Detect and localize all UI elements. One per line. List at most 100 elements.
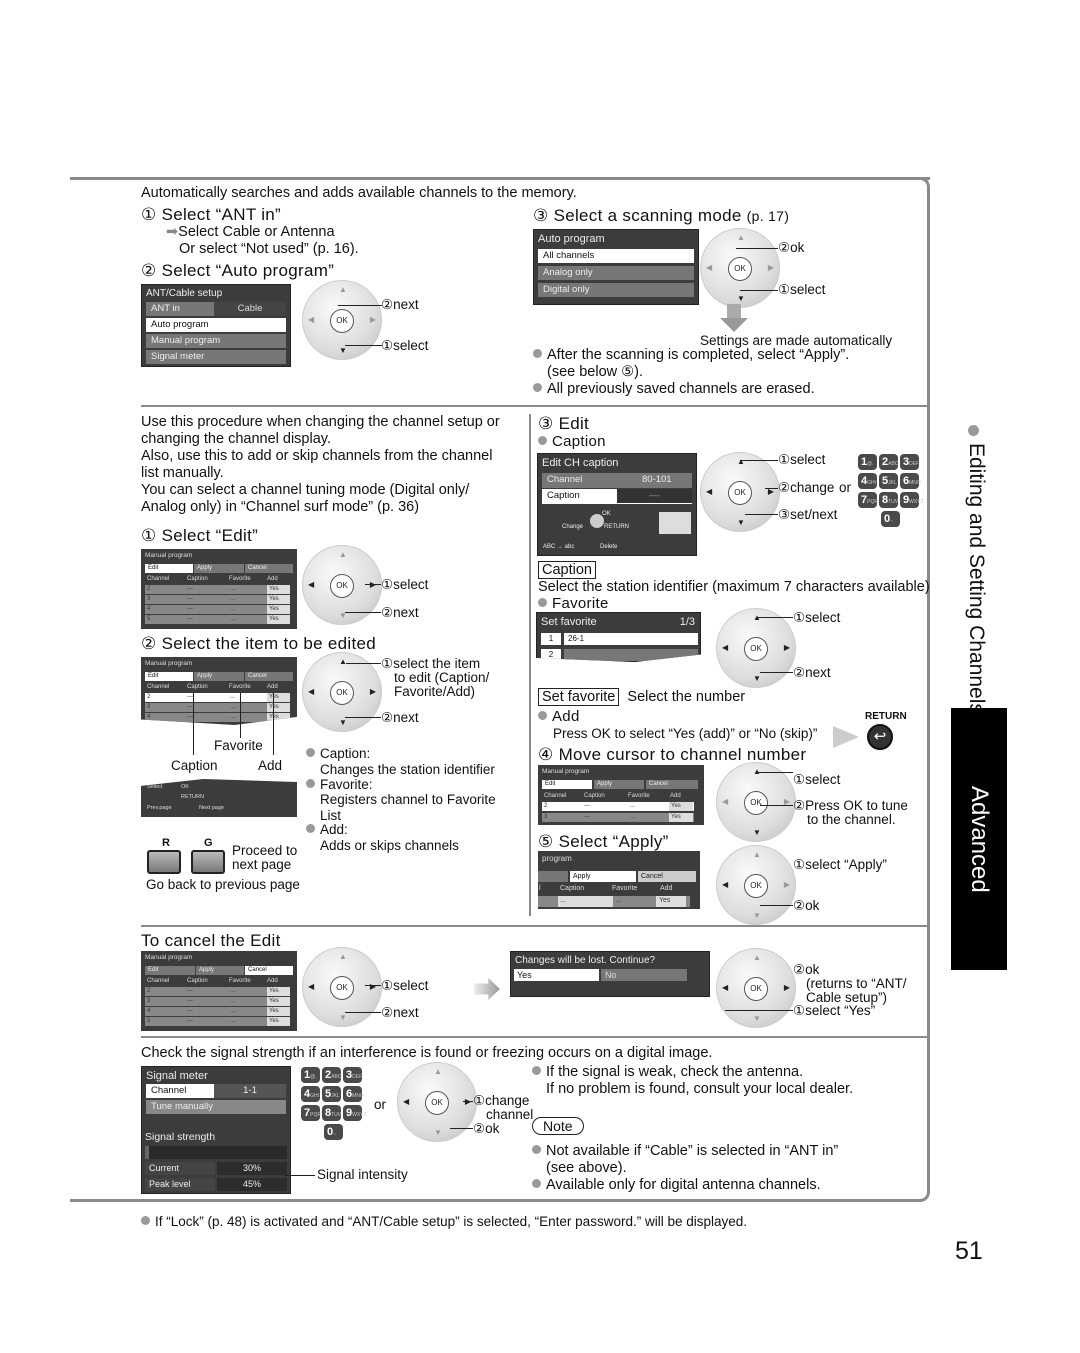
tab-apply[interactable]: Apply xyxy=(594,780,644,789)
remote-dpad: ▲ ◀ ▶ ▼ OK xyxy=(302,545,382,625)
tab-cancel[interactable]: Cancel xyxy=(245,564,293,573)
table-row[interactable]: 2---...Yes xyxy=(145,987,290,996)
key-4-icon: 4GHI xyxy=(301,1086,320,1102)
tune-manually-row[interactable]: Tune manually xyxy=(146,1100,286,1114)
tab-apply[interactable]: Apply xyxy=(194,672,244,681)
number-keypad: 1@. 2ABC 3DEF 4GHI 5JKL 6MNO 7PQRS8TUV 9WXYZ 0-. xyxy=(857,452,927,528)
table-row[interactable]: 5 ---... Yes xyxy=(145,615,290,624)
table-row[interactable]: 4---...Yes xyxy=(145,1007,290,1016)
table-row[interactable]: ...... Yes xyxy=(538,896,690,907)
left-arrow-icon: ◀ xyxy=(308,315,315,324)
signal-strength-label: Signal strength xyxy=(145,1131,216,1143)
side-section-label: Editing and Setting Channels xyxy=(965,443,988,714)
manual-step5-title: ⑤ Select “Apply” xyxy=(538,832,669,851)
tab-edit[interactable]: Edit xyxy=(145,966,195,975)
col-favorite: Favorite xyxy=(628,793,650,799)
tab-apply[interactable]: Apply xyxy=(196,966,244,975)
menu-row-auto-program[interactable]: Auto program xyxy=(146,318,286,332)
dialog-yes-button[interactable]: Yes xyxy=(514,969,599,981)
table-row[interactable]: 3---...Yes xyxy=(145,595,290,604)
step4-select: ①select xyxy=(793,772,841,787)
key-8-icon: 8TUV xyxy=(879,492,898,508)
favorite-row[interactable]: 26-1 xyxy=(564,633,698,645)
up-arrow-icon: ▲ xyxy=(339,285,347,294)
cancel-edit-title: To cancel the Edit xyxy=(141,931,281,950)
tab-apply[interactable]: Apply xyxy=(194,564,244,573)
scan-option-digital[interactable]: Digital only xyxy=(538,283,694,297)
tab-cancel[interactable]: Cancel xyxy=(638,871,696,882)
up-arrow-icon: ▲ xyxy=(753,850,761,859)
tab-cancel[interactable]: Cancel xyxy=(245,672,293,681)
key-0-icon: 0-. xyxy=(324,1124,343,1140)
left-arrow-icon: ◀ xyxy=(403,1097,410,1106)
screen-title: Manual program xyxy=(145,954,193,961)
table-row[interactable]: 2---...Yes xyxy=(145,585,290,594)
auto-program-screen: Auto program All channels Analog only Di… xyxy=(533,229,699,305)
right-arrow-icon: ▶ xyxy=(783,880,790,889)
tab-apply[interactable]: Apply xyxy=(570,871,636,882)
menu-row-signal-meter[interactable]: Signal meter xyxy=(146,350,286,364)
red-button[interactable] xyxy=(147,850,181,874)
cancel-select: ①select xyxy=(381,978,429,993)
ant-cable-setup-screen: ANT/Cable setup ANT in Cable Auto program… xyxy=(141,284,291,367)
screen-title: Signal meter xyxy=(146,1070,208,1082)
manual-intro: Use this procedure when changing the cha… xyxy=(141,414,500,515)
item-favorite-title: Favorite: xyxy=(306,777,373,793)
scan-option-analog[interactable]: Analog only xyxy=(538,266,694,280)
manual-step3-title: ③ Edit xyxy=(538,414,590,433)
down-arrow-icon: ▼ xyxy=(339,1013,347,1022)
table-row[interactable]: 4---...Yes xyxy=(145,605,290,614)
table-row[interactable]: 3---...Yes xyxy=(145,997,290,1006)
table-row[interactable]: 3---...Yes xyxy=(542,813,694,822)
signal-ok: ②ok xyxy=(473,1121,500,1136)
arrow-right-icon xyxy=(833,726,859,748)
screen-title: Manual program xyxy=(542,768,590,775)
table-row[interactable]: 2---...Yes xyxy=(542,802,694,811)
ok-button-icon: OK xyxy=(744,637,768,661)
tab-edit[interactable] xyxy=(538,871,568,882)
green-button[interactable] xyxy=(191,850,225,874)
key-3-icon: 3DEF xyxy=(900,454,919,470)
edit-ch-caption-screen: Edit CH caption Channel 80-101 Caption ---… xyxy=(537,453,697,556)
right-arrow-icon: ▶ xyxy=(369,315,376,324)
left-arrow-icon: ◀ xyxy=(706,487,713,496)
divider xyxy=(141,925,927,927)
prev-page-hint: Prev.page xyxy=(147,805,172,811)
remote-dpad: ▲ ◀ ▶ ▼ OK xyxy=(302,947,382,1027)
side-bullet xyxy=(968,425,979,436)
table-row[interactable]: 2---...Yes xyxy=(145,693,290,702)
ok-button-icon: OK xyxy=(330,309,354,333)
tab-edit[interactable]: Edit xyxy=(145,672,193,681)
tab-cancel[interactable]: Cancel xyxy=(646,780,698,789)
key-4-icon: 4GHI xyxy=(858,473,877,489)
table-row[interactable]: 5 ---... Yes xyxy=(145,1017,290,1026)
table-row[interactable]: 3---...Yes xyxy=(145,703,290,712)
col-add: Add xyxy=(267,576,278,582)
key-7-icon: 7PQRS xyxy=(858,492,881,508)
ok-button-icon: OK xyxy=(744,874,768,898)
caption-row[interactable]: Caption ---- xyxy=(542,489,692,504)
tab-edit[interactable]: Edit xyxy=(542,780,592,789)
up-arrow-icon: ▲ xyxy=(737,457,745,466)
down-arrow-icon: ▼ xyxy=(737,518,745,527)
manual-step2-select2: to edit (Caption/ xyxy=(394,670,490,685)
advanced-tab: Advanced xyxy=(951,708,1007,970)
note-bullet-2: Available only for digital antenna chann… xyxy=(532,1177,821,1194)
menu-row-manual-program[interactable]: Manual program xyxy=(146,334,286,348)
signal-bullet-1: If the signal is weak, check the antenna… xyxy=(532,1064,803,1081)
left-arrow-icon: ◀ xyxy=(706,263,713,272)
channel-row[interactable]: Channel 1-1 xyxy=(146,1084,286,1098)
tab-edit[interactable]: Edit xyxy=(145,564,193,573)
auto-intro: Automatically searches and adds availabl… xyxy=(141,185,577,201)
step4-press2: to the channel. xyxy=(807,812,896,827)
signal-change: ①change xyxy=(473,1093,530,1108)
channel-row: Channel 80-101 xyxy=(542,473,692,488)
tab-cancel[interactable]: Cancel xyxy=(245,966,293,975)
down-arrow-icon xyxy=(720,318,748,332)
peak-label: Peak level xyxy=(145,1178,215,1191)
scan-option-all[interactable]: All channels xyxy=(538,249,694,263)
menu-row-ant-in[interactable]: ANT in Cable xyxy=(146,302,286,316)
manual-program-screen-apply: program Apply Cancel l Caption Favorite … xyxy=(538,851,700,909)
right-arrow-icon: ▶ xyxy=(369,687,376,696)
dialog-no-button[interactable]: No xyxy=(601,969,687,981)
